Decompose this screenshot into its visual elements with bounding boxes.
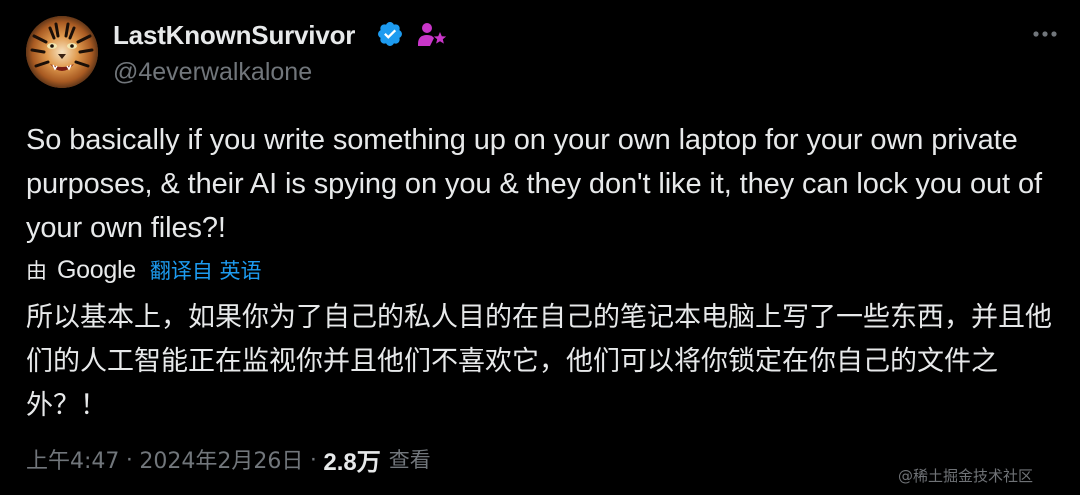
more-options-icon[interactable] [1030,24,1060,44]
verified-badge-icon [378,22,402,46]
meta-separator: · [309,445,318,472]
tweet-time[interactable]: 上午4:47 [26,443,119,475]
tweet-card: LastKnownSurvivor @4everwalkalone So bas… [0,0,1080,495]
tweet-text: So basically if you write something up o… [26,124,1042,244]
avatar[interactable] [26,16,98,88]
views-label[interactable]: 查看 [389,444,431,474]
watermark: @稀土掘金技术社区 [898,467,1034,485]
translation-attribution: 由 Google 翻译自 英语 [26,255,262,285]
views-count[interactable]: 2.8万 [323,442,380,477]
author-display-name[interactable]: LastKnownSurvivor [113,20,355,51]
google-logo: Google [57,255,136,284]
tweet-date[interactable]: 2024年2月26日 [139,443,303,475]
affiliate-badge-icon[interactable] [416,20,448,48]
tweet-meta: 上午4:47 · 2024年2月26日 · 2.8万 查看 [26,442,431,477]
meta-separator: · [125,445,134,472]
translated-by-label: 由 [26,259,47,283]
translated-tweet-text: 所以基本上，如果你为了自己的私人目的在自己的笔记本电脑上写了一些东西，并且他们的… [26,302,1052,421]
translated-from-link[interactable]: 翻译自 英语 [150,255,262,285]
tiger-avatar-icon [26,16,98,88]
author-handle[interactable]: @4everwalkalone [113,58,312,87]
